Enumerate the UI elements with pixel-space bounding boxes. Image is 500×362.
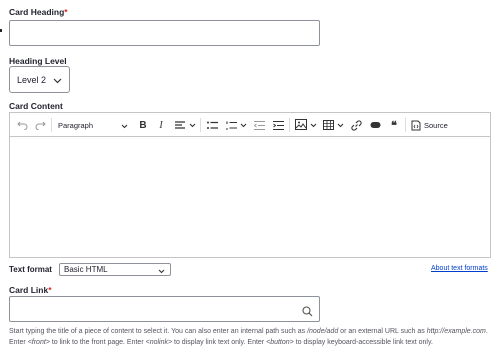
- blockquote-icon[interactable]: ❝: [388, 118, 400, 132]
- card-link-label-text: Card Link: [9, 285, 49, 295]
- card-content-label: Card Content: [9, 101, 63, 111]
- card-heading-label-text: Card Heading: [9, 7, 65, 17]
- toolbar-separator: [405, 118, 406, 132]
- chevron-down-icon: [121, 122, 128, 131]
- source-label: Source: [424, 120, 448, 130]
- help-code: <front>: [27, 338, 50, 346]
- paragraph-dropdown-label: Paragraph: [58, 120, 94, 130]
- left-edge-marker: [0, 29, 2, 32]
- help-code: <button>: [266, 338, 294, 346]
- bold-icon[interactable]: B: [137, 118, 149, 132]
- source-icon: [411, 120, 421, 131]
- toolbar-separator: [289, 118, 290, 132]
- editor-content-area[interactable]: [9, 137, 491, 258]
- card-heading-input[interactable]: [9, 20, 320, 46]
- align-left-icon[interactable]: [174, 119, 186, 131]
- indent-icon[interactable]: [272, 119, 284, 131]
- editor-toolbar: Paragraph B I ❝ Source: [9, 112, 491, 137]
- card-heading-label: Card Heading*: [9, 7, 68, 17]
- chevron-down-icon: [53, 76, 62, 86]
- chevron-down-icon[interactable]: [309, 121, 317, 129]
- help-code: <nolink>: [145, 338, 173, 346]
- outdent-icon[interactable]: [253, 119, 265, 131]
- help-text-part: to display keyboard-accessible link text…: [293, 338, 433, 346]
- help-text-part: Start typing the title of a piece of con…: [9, 328, 308, 335]
- bulleted-list-icon[interactable]: [206, 119, 218, 131]
- paragraph-dropdown[interactable]: Paragraph: [58, 118, 128, 132]
- card-link-input[interactable]: [9, 296, 320, 322]
- heading-level-select[interactable]: Level 2: [9, 66, 70, 93]
- undo-icon[interactable]: [16, 119, 28, 131]
- source-button[interactable]: Source: [411, 118, 456, 132]
- chevron-down-icon: [158, 267, 165, 276]
- chevron-down-icon[interactable]: [188, 121, 196, 129]
- drupal-media-icon[interactable]: [369, 119, 381, 131]
- required-marker: *: [48, 285, 52, 295]
- text-format-select[interactable]: Basic HTML: [59, 263, 171, 276]
- chevron-down-icon[interactable]: [239, 121, 247, 129]
- help-text-part: or an external URL such as: [338, 328, 427, 335]
- help-code: /node/add: [307, 328, 339, 335]
- italic-icon[interactable]: I: [155, 118, 167, 132]
- insert-image-icon[interactable]: [294, 118, 307, 131]
- about-text-formats-link[interactable]: About text formats: [431, 265, 488, 272]
- numbered-list-icon[interactable]: [225, 119, 237, 131]
- link-icon[interactable]: [350, 119, 362, 131]
- insert-table-icon[interactable]: [322, 119, 334, 131]
- toolbar-separator: [200, 118, 201, 132]
- text-format-value: Basic HTML: [64, 265, 108, 274]
- chevron-down-icon[interactable]: [336, 121, 344, 129]
- required-marker: *: [64, 7, 68, 17]
- search-icon: [302, 304, 313, 322]
- text-format-label: Text format: [9, 265, 52, 274]
- card-link-help-text: Start typing the title of a piece of con…: [9, 327, 491, 348]
- help-text-part: to display link text only. Enter: [172, 338, 267, 346]
- help-code: http://example.com: [426, 328, 486, 335]
- toolbar-separator: [51, 118, 52, 132]
- heading-level-label: Heading Level: [9, 56, 67, 66]
- card-link-label: Card Link*: [9, 285, 52, 295]
- help-text-part: to link to the front page. Enter: [49, 338, 146, 346]
- heading-level-value: Level 2: [17, 74, 47, 85]
- redo-icon[interactable]: [34, 119, 46, 131]
